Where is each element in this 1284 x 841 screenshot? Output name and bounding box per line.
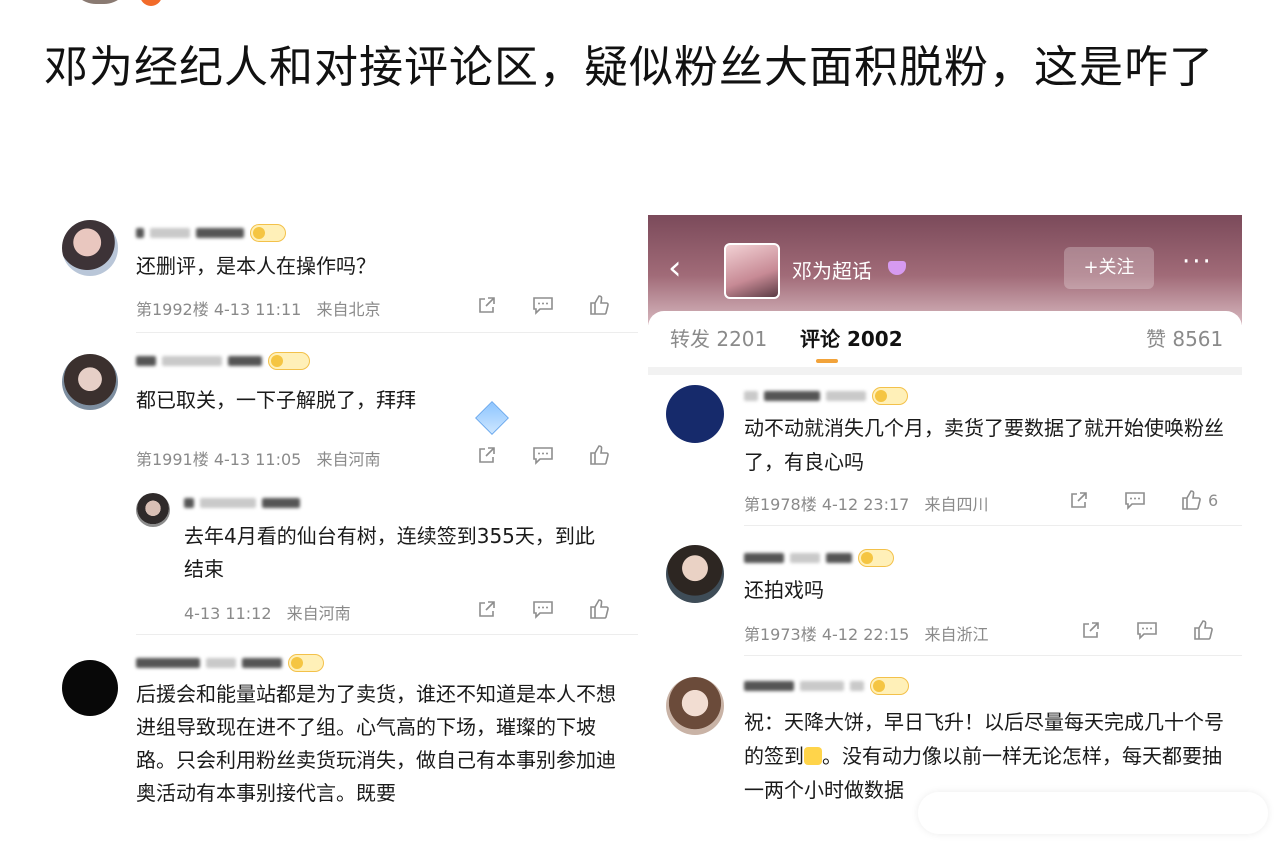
share-icon[interactable]	[476, 598, 498, 620]
comment-meta: 第1978楼 4-12 23:17 来自四川	[744, 491, 988, 515]
comment-text: 都已取关，一下子解脱了，拜拜	[136, 388, 416, 412]
username-blurred[interactable]	[744, 387, 909, 405]
top-avatar-peek	[70, 0, 130, 4]
avatar[interactable]	[62, 354, 118, 410]
comment-time: 4-13 11:12	[184, 604, 272, 623]
share-icon[interactable]	[476, 294, 498, 316]
fan-badge	[288, 654, 325, 672]
like-icon[interactable]	[588, 444, 610, 466]
like-icon[interactable]: 6	[1180, 489, 1218, 511]
active-tab-indicator	[816, 359, 838, 363]
topic-name[interactable]: 邓为超话	[792, 255, 872, 284]
comment-text: 还删评，是本人在操作吗？	[136, 254, 376, 278]
username-blurred[interactable]	[744, 549, 895, 567]
username-blurred[interactable]	[136, 224, 287, 242]
avatar[interactable]	[666, 385, 724, 443]
comment-time: 4-12 23:17	[821, 495, 910, 514]
divider	[648, 367, 1242, 375]
comment-actions	[1080, 619, 1214, 641]
comment-text: 后援会和能量站都是为了卖货，谁还不知道是本人不想进组导致现在进不了组。心气高的下…	[136, 682, 616, 805]
comment-floor: 第1973楼	[744, 625, 817, 644]
comment-time: 4-13 11:05	[213, 450, 302, 469]
share-icon[interactable]	[476, 444, 498, 466]
fan-badge	[858, 549, 895, 567]
comment-floor: 第1978楼	[744, 495, 817, 514]
username-blurred[interactable]	[744, 677, 910, 695]
comment-text: 动不动就消失几个月，卖货了要数据了就开始使唤粉丝了，有良心吗	[744, 416, 1224, 474]
crying-emoji-icon	[804, 747, 822, 765]
divider	[744, 525, 1242, 526]
comment-meta: 4-13 11:12 来自河南	[184, 600, 351, 624]
tab-repost[interactable]: 转发 2201	[670, 323, 767, 352]
more-icon[interactable]: ···	[1182, 247, 1213, 277]
username-blurred[interactable]	[136, 352, 311, 370]
follow-button[interactable]: +关注	[1064, 247, 1154, 289]
like-icon[interactable]	[588, 294, 610, 316]
right-screenshot: ‹ 邓为超话 +关注 ··· 转发 2201 评论 2002 赞 8561 动不…	[648, 215, 1242, 811]
divider	[136, 634, 638, 635]
comment-actions: 6	[1068, 489, 1218, 511]
comment-actions	[476, 444, 610, 466]
fan-badge	[268, 352, 311, 370]
comment-meta: 第1973楼 4-12 22:15 来自浙江	[744, 621, 988, 645]
avatar[interactable]	[62, 660, 118, 716]
gem-icon	[888, 261, 906, 275]
left-screenshot: 还删评，是本人在操作吗？ 第1992楼 4-13 11:11 来自北京 都已取关…	[44, 212, 638, 810]
comment-location: 来自浙江	[924, 625, 989, 644]
avatar[interactable]	[62, 220, 118, 276]
divider	[744, 655, 1242, 656]
like-icon[interactable]	[1192, 619, 1214, 641]
tab-comments[interactable]: 评论 2002	[800, 323, 903, 352]
topic-avatar[interactable]	[724, 243, 780, 299]
comment-text: 还拍戏吗	[744, 578, 824, 602]
avatar[interactable]	[136, 493, 170, 527]
comment-floor: 第1991楼	[136, 450, 209, 469]
comment-icon[interactable]	[1136, 619, 1158, 641]
comment-location: 来自河南	[286, 604, 351, 623]
avatar[interactable]	[666, 677, 724, 735]
tab-likes[interactable]: 赞 8561	[1146, 323, 1223, 352]
top-badge-peek	[140, 0, 162, 6]
watermark-bar	[918, 792, 1268, 834]
username-blurred[interactable]	[184, 494, 300, 512]
comment-meta: 第1992楼 4-13 11:11 来自北京	[136, 296, 380, 320]
tabs-bar: 转发 2201 评论 2002 赞 8561	[648, 311, 1242, 367]
comment-location: 来自北京	[316, 300, 381, 319]
comment-time: 4-12 22:15	[821, 625, 910, 644]
comment-meta: 第1991楼 4-13 11:05 来自河南	[136, 446, 380, 470]
comment-actions	[476, 294, 610, 316]
comment-icon[interactable]	[1124, 489, 1146, 511]
comment-time: 4-13 11:11	[213, 300, 302, 319]
comment-icon[interactable]	[532, 294, 554, 316]
comment-icon[interactable]	[532, 444, 554, 466]
comment-location: 来自河南	[316, 450, 381, 469]
share-icon[interactable]	[1080, 619, 1102, 641]
post-title: 邓为经纪人和对接评论区，疑似粉丝大面积脱粉，这是咋了	[44, 42, 1214, 93]
back-arrow-icon[interactable]: ‹	[668, 251, 682, 285]
share-icon[interactable]	[1068, 489, 1090, 511]
comment-text: 去年4月看的仙台有树，连续签到355天，到此结束	[184, 524, 595, 581]
fan-badge	[250, 224, 287, 242]
username-blurred[interactable]	[136, 654, 325, 672]
like-count: 6	[1208, 490, 1219, 510]
comment-actions	[476, 598, 610, 620]
divider	[136, 332, 638, 333]
comment-icon[interactable]	[532, 598, 554, 620]
fan-badge	[870, 677, 910, 695]
comment-location: 来自四川	[924, 495, 989, 514]
topic-header: ‹ 邓为超话 +关注 ···	[648, 215, 1242, 325]
avatar[interactable]	[666, 545, 724, 603]
fan-badge	[872, 387, 909, 405]
like-icon[interactable]	[588, 598, 610, 620]
comment-floor: 第1992楼	[136, 300, 209, 319]
